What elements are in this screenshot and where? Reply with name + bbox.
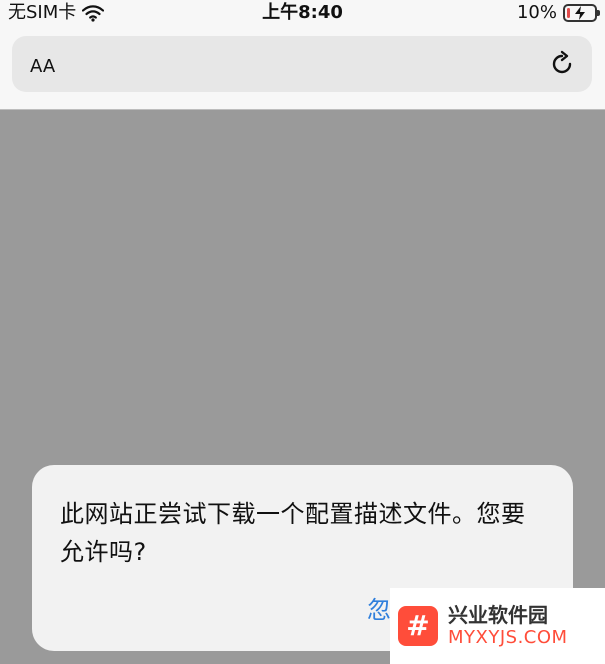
reload-button[interactable]: [548, 50, 576, 78]
watermark-logo: #: [398, 606, 438, 646]
watermark: # 兴业软件园 MYXYJS.COM: [390, 588, 605, 664]
alert-message: 此网站正尝试下载一个配置描述文件。您要允许吗?: [60, 500, 526, 566]
status-time: 上午8:40: [262, 2, 343, 23]
watermark-title: 兴业软件园: [448, 603, 548, 627]
battery-icon: [563, 4, 600, 22]
address-bar[interactable]: AA: [12, 36, 592, 92]
watermark-logo-glyph: #: [406, 609, 430, 642]
text-size-button[interactable]: AA: [30, 50, 55, 81]
alert-ignore-button-partial[interactable]: 忽: [367, 590, 391, 625]
battery-percent: 10%: [516, 2, 557, 23]
watermark-site: MYXYJS.COM: [448, 627, 568, 648]
browser-top-bar: 无SIM卡 上午8:40 10% AA: [0, 0, 605, 110]
status-right: 10%: [516, 2, 600, 24]
reload-icon: [552, 50, 572, 74]
status-bar: 无SIM卡 上午8:40 10%: [0, 0, 605, 28]
charging-bolt-icon: [575, 6, 585, 20]
battery-level: [567, 8, 570, 18]
text-size-button-label: AA: [30, 56, 56, 77]
watermark-text: 兴业软件园 MYXYJS.COM: [448, 603, 568, 649]
